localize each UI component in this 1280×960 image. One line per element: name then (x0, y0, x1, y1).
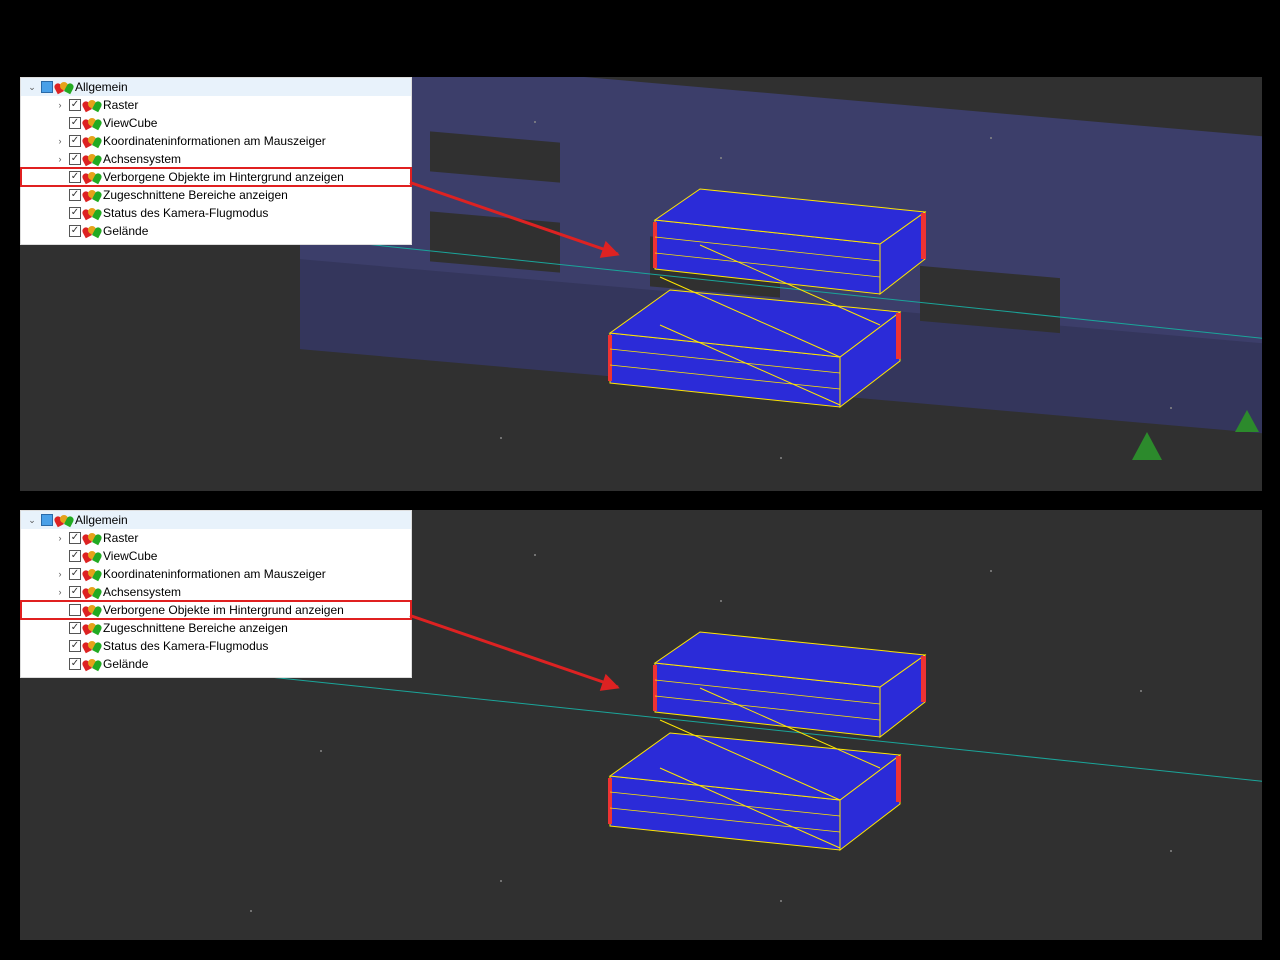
tree-item-zugeschnittene-bereiche-anzeigen[interactable]: ›✓Zugeschnittene Bereiche anzeigen (21, 186, 411, 204)
tree-item-viewcube[interactable]: ›✓ViewCube (21, 547, 411, 565)
tree-item-verborgene-objekte-im-hintergrund-anzeigen[interactable]: ›Verborgene Objekte im Hintergrund anzei… (21, 601, 411, 619)
checkbox[interactable]: ✓ (69, 207, 81, 219)
tree-item-label: Koordinateninformationen am Mauszeiger (103, 567, 326, 581)
category-icon (85, 604, 99, 616)
checkbox[interactable]: ✓ (69, 532, 81, 544)
tree-item-label: Allgemein (75, 80, 128, 94)
category-icon (57, 514, 71, 526)
category-icon (85, 207, 99, 219)
tree-item-label: ViewCube (103, 116, 157, 130)
chevron-down-icon[interactable]: ⌄ (27, 82, 37, 93)
terrain-marker (1235, 410, 1259, 432)
checkbox[interactable]: ✓ (69, 153, 81, 165)
tree-item-label: Allgemein (75, 513, 128, 527)
checkbox[interactable]: ✓ (69, 135, 81, 147)
tree-item-raster[interactable]: › ✓ Raster (21, 96, 411, 114)
checkbox[interactable]: ✓ (69, 586, 81, 598)
tree-item-label: Koordinateninformationen am Mauszeiger (103, 134, 326, 148)
checkbox[interactable]: ✓ (69, 568, 81, 580)
tree-item-raster[interactable]: › ✓ Raster (21, 529, 411, 547)
checkbox[interactable] (69, 604, 81, 616)
category-icon (85, 189, 99, 201)
checkbox[interactable]: ✓ (69, 189, 81, 201)
category-icon (85, 135, 99, 147)
tree-item-label: Zugeschnittene Bereiche anzeigen (103, 621, 288, 635)
tree-item-label: Raster (103, 98, 138, 112)
tree-item-label: Status des Kamera-Flugmodus (103, 206, 268, 220)
tree-item-status-des-kamera-flugmodus[interactable]: ›✓Status des Kamera-Flugmodus (21, 204, 411, 222)
tree-item-viewcube[interactable]: ›✓ViewCube (21, 114, 411, 132)
checkbox[interactable]: ✓ (69, 117, 81, 129)
category-icon (85, 532, 99, 544)
checkbox[interactable]: ✓ (69, 550, 81, 562)
terrain-marker (1132, 432, 1162, 460)
category-icon (85, 225, 99, 237)
checkbox[interactable]: ✓ (69, 658, 81, 670)
tree-item-label: ViewCube (103, 549, 157, 563)
category-icon (85, 153, 99, 165)
tree-item-gelände[interactable]: ›✓Gelände (21, 222, 411, 240)
tree-item-label: Verborgene Objekte im Hintergrund anzeig… (103, 603, 344, 617)
tree-item-label: Zugeschnittene Bereiche anzeigen (103, 188, 288, 202)
checkbox[interactable]: ✓ (69, 622, 81, 634)
category-icon (85, 171, 99, 183)
chevron-right-icon[interactable]: › (55, 100, 65, 110)
tree-item-label: Achsensystem (103, 585, 181, 599)
tree-item-allgemein[interactable]: ⌄ Allgemein (21, 78, 411, 96)
chevron-down-icon[interactable]: ⌄ (27, 515, 37, 526)
checkbox[interactable] (41, 514, 53, 526)
chevron-right-icon[interactable]: › (55, 587, 65, 597)
viewport-bottom[interactable]: ⌄ Allgemein › ✓ Raster › ✓ ViewCube › ✓ Koordinate… (20, 510, 1262, 940)
chevron-right-icon[interactable]: › (55, 533, 65, 543)
tree-item-achsensystem[interactable]: › ✓ Achsensystem (21, 150, 411, 168)
category-icon (57, 81, 71, 93)
category-icon (85, 658, 99, 670)
category-icon (85, 640, 99, 652)
display-options-tree: ⌄ Allgemein › ✓ Raster › ✓ ViewCube › ✓ Koordinate… (20, 510, 412, 678)
category-icon (85, 550, 99, 562)
chevron-right-icon[interactable]: › (55, 569, 65, 579)
tree-item-label: Raster (103, 531, 138, 545)
tree-item-label: Achsensystem (103, 152, 181, 166)
tree-item-label: Status des Kamera-Flugmodus (103, 639, 268, 653)
tree-item-verborgene-objekte-im-hintergrund-anzeigen[interactable]: ›✓Verborgene Objekte im Hintergrund anze… (21, 168, 411, 186)
annotation-arrow (410, 614, 619, 688)
category-icon (85, 586, 99, 598)
tree-item-zugeschnittene-bereiche-anzeigen[interactable]: ›✓Zugeschnittene Bereiche anzeigen (21, 619, 411, 637)
checkbox[interactable]: ✓ (69, 225, 81, 237)
tree-item-koordinateninformationen-am-mauszeiger[interactable]: › ✓ Koordinateninformationen am Mauszeiger (21, 565, 411, 583)
chevron-right-icon[interactable]: › (55, 136, 65, 146)
tree-item-koordinateninformationen-am-mauszeiger[interactable]: › ✓ Koordinateninformationen am Mauszeiger (21, 132, 411, 150)
category-icon (85, 117, 99, 129)
tree-item-label: Gelände (103, 224, 148, 238)
checkbox[interactable]: ✓ (69, 640, 81, 652)
category-icon (85, 99, 99, 111)
checkbox[interactable]: ✓ (69, 99, 81, 111)
tree-item-allgemein[interactable]: ⌄ Allgemein (21, 511, 411, 529)
tree-item-gelände[interactable]: ›✓Gelände (21, 655, 411, 673)
display-options-tree: ⌄ Allgemein › ✓ Raster › ✓ ViewCube › ✓ Koordinate… (20, 77, 412, 245)
tree-item-label: Gelände (103, 657, 148, 671)
tree-item-status-des-kamera-flugmodus[interactable]: ›✓Status des Kamera-Flugmodus (21, 637, 411, 655)
checkbox[interactable] (41, 81, 53, 93)
viewport-top[interactable]: ⌄ Allgemein › ✓ Raster › ✓ ViewCube › ✓ Koordinate… (20, 77, 1262, 491)
category-icon (85, 568, 99, 580)
category-icon (85, 622, 99, 634)
tree-item-label: Verborgene Objekte im Hintergrund anzeig… (103, 170, 344, 184)
checkbox[interactable]: ✓ (69, 171, 81, 183)
tree-item-achsensystem[interactable]: › ✓ Achsensystem (21, 583, 411, 601)
chevron-right-icon[interactable]: › (55, 154, 65, 164)
